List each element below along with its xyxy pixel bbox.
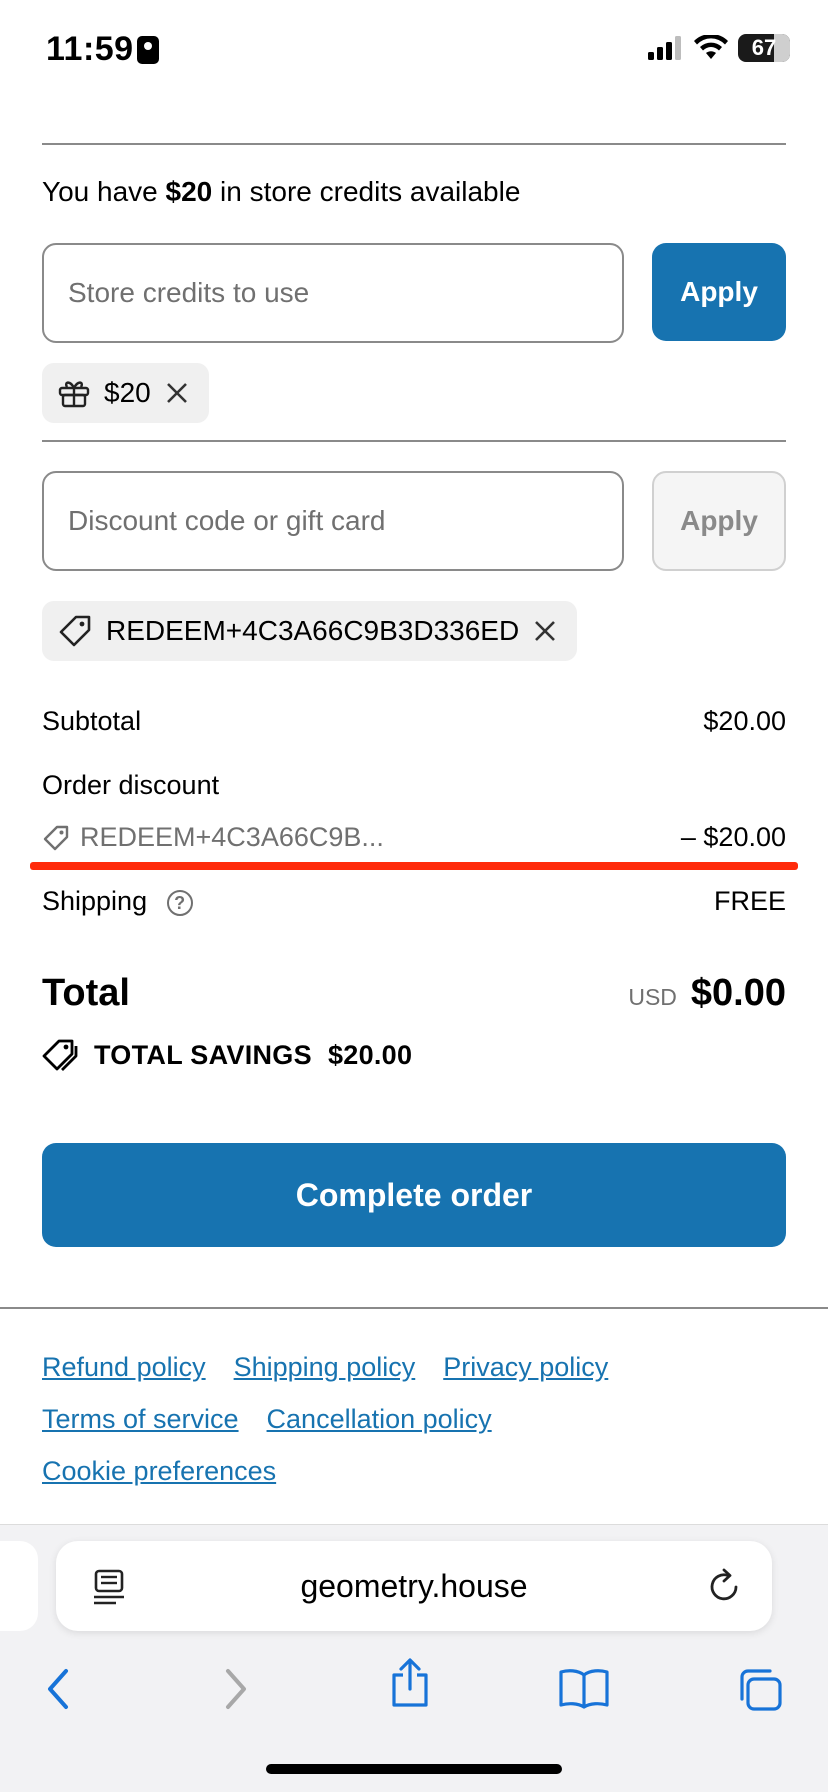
browser-toolbar: geometry.house [0,1524,828,1792]
applied-credit-chip: $20 [42,363,209,423]
discount-detail-row: REDEEM+4C3A66C9B... – $20.00 [42,822,786,853]
gift-icon [58,381,90,408]
shipping-label-group: Shipping ? [42,886,193,917]
total-label: Total [42,972,130,1014]
order-discount-label: Order discount [42,770,220,800]
subtotal-label: Subtotal [42,706,142,736]
apply-discount-button[interactable]: Apply [652,471,786,571]
status-bar: 11:59 67 [0,0,828,100]
credits-text-prefix: You have [42,176,158,207]
section-divider [42,143,786,145]
order-discount-row: Order discount [42,770,786,801]
complete-order-button[interactable]: Complete order [42,1143,786,1247]
reload-icon[interactable] [706,1567,742,1605]
store-credits-message: You have $20 in store credits available [42,176,520,208]
subtotal-value: $20.00 [703,706,786,736]
discount-value: – $20.00 [680,822,786,852]
battery-level: 67 [751,35,777,60]
refund-policy-link[interactable]: Refund policy [42,1352,206,1382]
total-currency: USD [628,984,677,1010]
remove-credit-icon[interactable] [165,381,189,405]
cellular-signal-icon [648,36,681,60]
bookmarks-icon[interactable] [558,1667,610,1709]
discount-code-input[interactable]: Discount code or gift card [42,471,624,571]
previous-tab-preview[interactable] [0,1541,38,1631]
total-amount-group: USD $0.00 [628,972,786,1015]
apply-store-credits-button[interactable]: Apply [652,243,786,341]
help-icon[interactable]: ? [166,889,193,916]
credits-text-suffix: in store credits available [220,176,521,207]
discount-code-truncated: REDEEM+4C3A66C9B... [80,822,384,852]
applied-credit-amount: $20 [104,377,151,408]
share-icon[interactable] [390,1657,430,1709]
privacy-policy-link[interactable]: Privacy policy [443,1352,608,1382]
shipping-value: FREE [713,886,786,916]
subtotal-row: Subtotal $20.00 [42,706,786,737]
total-savings: TOTAL SAVINGS $20.00 [42,1038,412,1072]
red-highlight-line [30,862,798,870]
credits-amount: $20 [165,176,213,207]
tabs-icon[interactable] [736,1667,784,1713]
applied-discount-chip: REDEEM+4C3A66C9B3D336ED [42,601,578,661]
applied-discount-code: REDEEM+4C3A66C9B3D336ED [106,615,520,646]
discount-code-detail: REDEEM+4C3A66C9B... [42,822,384,853]
cancellation-policy-link[interactable]: Cancellation policy [267,1404,492,1434]
url-text: geometry.house [300,1567,528,1604]
total-amount: $0.00 [690,972,786,1014]
savings-label: TOTAL SAVINGS [94,1039,312,1070]
terms-of-service-link[interactable]: Terms of service [42,1404,239,1434]
section-divider [42,440,786,442]
small-tag-icon [43,825,69,850]
policy-links: Refund policy Shipping policy Privacy po… [42,1352,802,1508]
shipping-label: Shipping [42,886,148,916]
cookie-preferences-link[interactable]: Cookie preferences [42,1456,276,1486]
discount-code-placeholder: Discount code or gift card [68,505,386,536]
reader-menu-icon[interactable] [92,1569,126,1605]
footer-divider [0,1307,828,1309]
savings-value: $20.00 [327,1039,413,1070]
address-bar[interactable]: geometry.house [56,1541,772,1631]
forward-icon[interactable] [222,1667,250,1711]
store-credits-input[interactable]: Store credits to use [42,243,624,343]
battery-indicator: 67 [738,34,790,62]
savings-tag-icon [42,1039,78,1071]
wifi-icon [694,35,728,59]
shipping-row: Shipping ? FREE [42,886,786,917]
status-indicators: 67 [648,34,790,62]
browser-nav-row [0,1657,828,1737]
remove-discount-icon[interactable] [533,619,557,643]
shipping-policy-link[interactable]: Shipping policy [234,1352,416,1382]
store-credits-placeholder: Store credits to use [68,277,310,308]
status-time: 11:59 [46,30,134,68]
tag-icon [59,615,91,647]
back-icon[interactable] [44,1667,72,1711]
home-indicator [266,1764,562,1774]
person-badge-icon [137,36,159,64]
